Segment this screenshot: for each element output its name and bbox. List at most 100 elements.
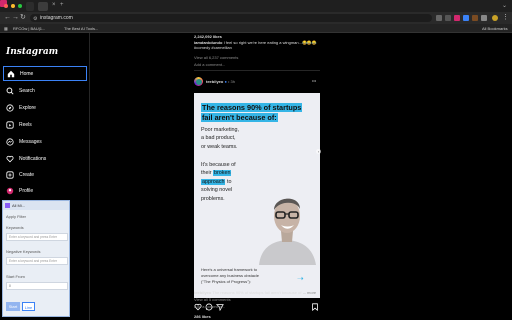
browser-menu-icon[interactable]: ⋮: [502, 14, 509, 21]
keywords-input[interactable]: Enter a keyword and press Enter: [6, 233, 68, 241]
profile-avatar-icon[interactable]: [492, 15, 498, 21]
url-text: instagram.com: [40, 15, 73, 21]
minimize-window-button[interactable]: [11, 4, 15, 8]
post-footer-text: Here's a universal framework to overcome…: [201, 267, 296, 285]
sidebar-item-label: Create: [19, 171, 35, 178]
body-word-highlight: approach: [201, 178, 226, 185]
post-headline: The reasons 90% of startups fail aren't …: [201, 103, 313, 122]
sidebar-item-label: Search: [19, 87, 35, 94]
window-controls: [4, 4, 22, 8]
heart-icon: [6, 155, 14, 162]
carousel-next-icon[interactable]: ›: [316, 149, 321, 154]
line-button[interactable]: Line: [22, 302, 35, 311]
save-bookmark-icon[interactable]: [311, 303, 319, 311]
sidebar-item-profile[interactable]: Profile: [3, 183, 87, 198]
filter-extension-panel: All Mi... Apply Filter Keywords Enter a …: [2, 200, 70, 317]
extension-icon-4[interactable]: [463, 15, 469, 21]
bookmarks-bar: ▦ RFCOw | BAU|1... The Best AI Tools... …: [0, 24, 512, 33]
sidebar-item-label: Reels: [19, 121, 32, 128]
compass-icon: [6, 103, 14, 112]
body-line: their broken: [201, 169, 236, 177]
author-photo: [259, 198, 316, 265]
close-window-button[interactable]: [4, 4, 8, 8]
more-options-icon[interactable]: •••: [312, 78, 316, 83]
apps-grid-icon[interactable]: ▦: [4, 26, 8, 31]
new-tab-icon[interactable]: +: [60, 2, 64, 8]
instagram-logo[interactable]: Instagram: [6, 47, 58, 57]
tab-close-icon[interactable]: ×: [52, 2, 56, 8]
post-time: • 3h: [228, 79, 235, 84]
back-arrow-icon[interactable]: ←: [4, 14, 11, 21]
start-from-label: Start From: [6, 274, 25, 279]
headline-line-1: The reasons 90% of startups: [201, 103, 303, 112]
negative-keywords-input[interactable]: Enter a keyword and press Enter: [6, 257, 68, 265]
post-divider: [194, 70, 320, 71]
post-header: teebilyeo ● • 3h: [206, 79, 235, 84]
body-line: a bad product,: [201, 135, 236, 142]
post-likes[interactable]: 286 likes: [194, 314, 211, 319]
sidebar-item-home[interactable]: Home: [3, 66, 87, 81]
browser-toolbar: ← → ↻ ⚙ instagram.com ⋮: [0, 12, 512, 24]
verified-badge-icon: ●: [224, 79, 227, 84]
body-line: or weak teams.: [201, 143, 238, 150]
body-line: approach to: [201, 178, 236, 186]
forward-arrow-icon[interactable]: →: [12, 14, 19, 21]
view-comments-link[interactable]: View all 6,237 comments: [194, 55, 238, 60]
extension-icon-2[interactable]: [445, 15, 451, 21]
reload-icon[interactable]: ↻: [20, 14, 26, 21]
caption-text: The reasons 90% of startups fail aren't …: [212, 290, 302, 295]
post-body-1: Poor marketing, a bad product, or weak t…: [201, 126, 239, 151]
view-comments-link[interactable]: View all 5 comments: [194, 297, 231, 302]
sidebar-item-messages[interactable]: Messages: [3, 134, 87, 149]
previous-post-hashtags[interactable]: #comedy #carmellian: [194, 45, 232, 50]
body-line: solving novel: [201, 187, 233, 194]
caption-more-link[interactable]: ... more: [303, 290, 317, 295]
plus-square-icon: [6, 170, 14, 179]
add-comment-input[interactable]: Add a comment...: [194, 62, 225, 67]
bookmark-2[interactable]: The Best AI Tools...: [64, 26, 98, 31]
sidebar-item-create[interactable]: Create: [3, 167, 87, 182]
sidebar-item-explore[interactable]: Explore: [3, 100, 87, 115]
previous-post-likes[interactable]: 2,242,092 likes: [194, 34, 222, 39]
extension-icon-5[interactable]: [472, 15, 478, 21]
body-line: It's because of: [201, 162, 236, 168]
start-button[interactable]: Start: [6, 302, 20, 311]
browser-tab-instagram[interactable]: [38, 2, 48, 11]
reels-icon: [6, 120, 14, 129]
apply-filter-heading: Apply Filter: [6, 214, 27, 219]
home-icon: [7, 70, 15, 77]
all-bookmarks[interactable]: All Bookmarks: [482, 26, 508, 31]
extensions-puzzle-icon[interactable]: [481, 15, 487, 21]
browser-tab-1[interactable]: [26, 2, 34, 11]
extension-icon-3[interactable]: [454, 15, 460, 21]
caption-username[interactable]: teebilyeo: [194, 290, 211, 295]
negative-keywords-label: Negative Keywords: [6, 249, 41, 254]
sidebar-item-notifications[interactable]: Notifications: [3, 151, 87, 166]
arrow-right-icon: ➝: [297, 274, 304, 283]
sidebar-item-search[interactable]: Search: [3, 83, 87, 98]
sidebar-item-reels[interactable]: Reels: [3, 117, 87, 132]
maximize-window-button[interactable]: [18, 4, 22, 8]
body-word: their: [201, 170, 212, 177]
add-comment-input[interactable]: Add a comment...: [194, 304, 225, 309]
post-image[interactable]: The reasons 90% of startups fail aren't …: [194, 93, 320, 298]
caption-text: I feel so right we're here eating a wing…: [223, 40, 317, 45]
extension-logo-icon: [5, 203, 10, 208]
start-from-input[interactable]: 0: [6, 282, 68, 290]
search-icon: [6, 87, 14, 95]
site-info-icon[interactable]: ⚙: [33, 16, 37, 22]
sidebar-item-label: Explore: [19, 104, 36, 111]
sidebar-item-label: Messages: [19, 138, 42, 145]
footer-line: ("The Physics of Progress"):: [201, 279, 251, 284]
body-word: to: [226, 178, 232, 185]
body-line: Poor marketing,: [201, 127, 240, 133]
headline-line-2: fail aren't because of:: [201, 112, 278, 122]
sidebar-item-label: Home: [20, 70, 34, 77]
extension-icon-1[interactable]: [436, 15, 442, 21]
post-username[interactable]: teebilyeo: [206, 79, 223, 84]
post-author-avatar[interactable]: [194, 77, 203, 86]
address-bar[interactable]: ⚙ instagram.com: [30, 14, 432, 22]
tab-search-chevron-icon[interactable]: ⌄: [502, 2, 507, 9]
filter-panel-header: All Mi...: [3, 201, 69, 210]
bookmark-1[interactable]: RFCOw | BAU|1...: [13, 26, 45, 31]
